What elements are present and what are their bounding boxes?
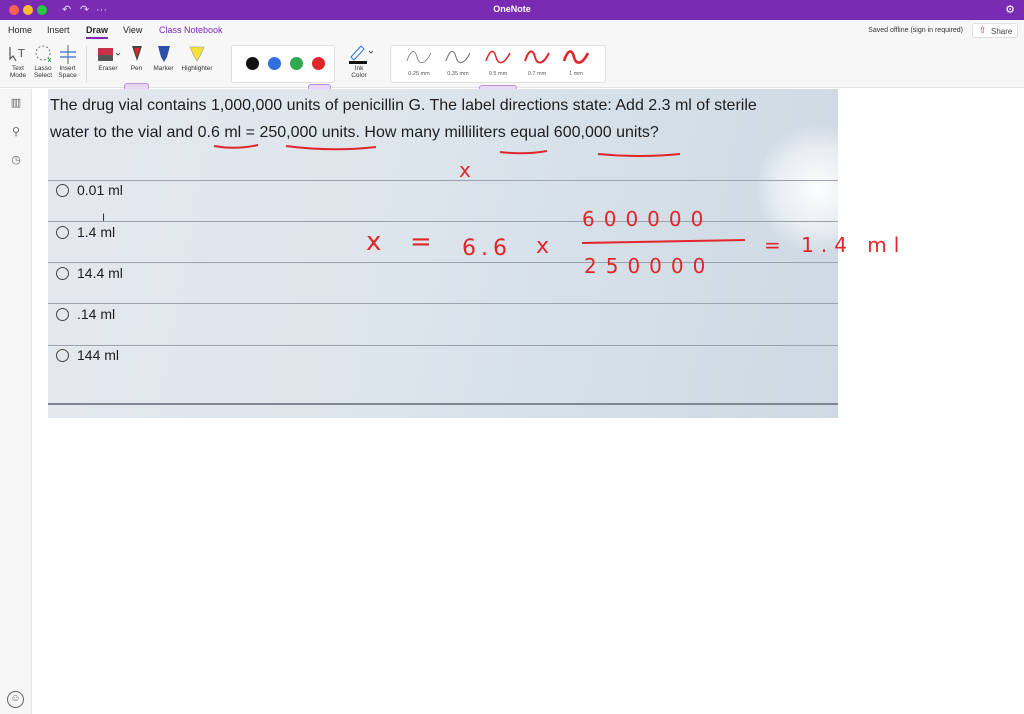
pen-tool[interactable]: Pen — [124, 43, 149, 72]
stroke-0-5-label: 0.5 mm — [488, 71, 508, 77]
eraser-tool[interactable]: Eraser — [94, 43, 122, 72]
svg-text:T: T — [17, 47, 25, 60]
text-cursor-icon: I — [102, 212, 106, 224]
highlighter-label: Highlighter — [181, 65, 213, 72]
question-line-1: The drug vial contains 1,000,000 units o… — [50, 97, 757, 114]
stroke-0-35-icon[interactable] — [444, 47, 472, 67]
stroke-1-label: 1 mm — [569, 71, 583, 77]
lasso-select-tool[interactable]: Lasso Select — [31, 43, 55, 79]
question-line-2: water to the vial and 0.6 ml = 250,000 u… — [50, 124, 659, 141]
tab-draw[interactable]: Draw — [86, 25, 109, 39]
ink-color-label-1: Ink — [354, 65, 364, 72]
option-label-4: .14 ml — [77, 306, 116, 322]
ribbon-divider — [86, 46, 87, 82]
tab-home[interactable]: Home — [8, 25, 32, 39]
stroke-0-25-label: 0.25 mm — [408, 71, 430, 77]
marker-icon — [157, 46, 170, 62]
text-mode-label-1: Text — [12, 65, 24, 72]
option-radio-2[interactable] — [56, 226, 69, 239]
pen-icon — [131, 46, 142, 61]
share-icon: ⇧ — [979, 25, 987, 35]
option-label-5: 144 ml — [77, 347, 120, 363]
sync-status: Saved offline (sign in required) — [868, 27, 963, 34]
marker-label: Marker — [153, 65, 174, 72]
option-radio-3[interactable] — [56, 267, 69, 280]
lasso-label-2: Select — [33, 72, 53, 79]
settings-icon[interactable]: ⚙ — [1005, 3, 1015, 16]
option-label-2: 1.4 ml — [77, 224, 116, 240]
insert-space-icon — [59, 45, 76, 64]
eraser-label: Eraser — [98, 65, 118, 72]
text-mode-tool[interactable]: T Text Mode — [5, 43, 31, 79]
eraser-icon — [98, 48, 121, 61]
stroke-0-7-icon[interactable] — [523, 47, 551, 67]
share-label: Share — [991, 27, 1013, 36]
title-bar: ↶ ↷ ··· OneNote ⚙ — [0, 0, 1024, 20]
pen-label: Pen — [130, 65, 143, 72]
rule-line — [48, 345, 838, 346]
color-red[interactable] — [312, 57, 325, 70]
marker-tool[interactable]: Marker — [151, 43, 176, 72]
stroke-0-25-icon[interactable] — [405, 47, 433, 67]
account-avatar[interactable]: ☺ — [7, 691, 24, 708]
insert-space-label-1: Insert — [59, 65, 76, 72]
insert-space-label-2: Space — [58, 72, 77, 79]
share-button[interactable]: ⇧ Share — [972, 23, 1018, 38]
insert-space-tool[interactable]: Insert Space — [55, 43, 80, 79]
highlighter-icon — [189, 46, 205, 62]
question-screenshot: The drug vial contains 1,000,000 units o… — [48, 89, 838, 418]
stroke-1-icon[interactable] — [562, 47, 590, 67]
option-radio-1[interactable] — [56, 184, 69, 197]
lasso-icon — [35, 45, 52, 63]
menu-bar: Home Insert Draw View Class Notebook Sav… — [0, 20, 1024, 40]
photo-glare — [758, 119, 838, 259]
text-mode-label-2: Mode — [9, 72, 27, 79]
stroke-0-7-label: 0.7 mm — [527, 71, 547, 77]
rule-line — [48, 403, 838, 405]
ink-color-tool[interactable]: Ink Color — [342, 43, 376, 79]
rule-line — [48, 303, 838, 304]
color-green[interactable] — [290, 57, 303, 70]
text-cursor-icon: T — [9, 47, 25, 62]
color-blue[interactable] — [268, 57, 281, 70]
option-label-1: 0.01 ml — [77, 182, 123, 198]
rule-line — [48, 221, 838, 222]
option-radio-5[interactable] — [56, 349, 69, 362]
search-icon[interactable]: ⚲ — [8, 125, 24, 138]
notebooks-icon[interactable]: ▥ — [8, 96, 24, 109]
stroke-0-35-label: 0.35 mm — [447, 71, 469, 77]
recent-clock-icon[interactable]: ◷ — [8, 153, 24, 166]
app-title: OneNote — [493, 4, 531, 14]
option-label-3: 14.4 ml — [77, 265, 123, 281]
rule-line — [48, 180, 838, 181]
lasso-label-1: Lasso — [34, 65, 52, 72]
tab-view[interactable]: View — [123, 25, 142, 39]
stroke-0-5-icon[interactable] — [484, 47, 512, 67]
navigation-rail: ▥ ⚲ ◷ — [0, 89, 32, 714]
tab-insert[interactable]: Insert — [47, 25, 70, 39]
ink-color-label-2: Color — [351, 72, 367, 79]
draw-ribbon: T Text Mode Lasso Select Insert Space Er… — [0, 40, 1024, 119]
option-radio-4[interactable] — [56, 308, 69, 321]
tab-class-notebook[interactable]: Class Notebook — [159, 25, 223, 39]
rule-line — [48, 262, 838, 263]
highlighter-tool[interactable]: Highlighter — [178, 43, 216, 72]
color-black[interactable] — [246, 57, 259, 70]
ink-color-icon — [349, 45, 373, 64]
